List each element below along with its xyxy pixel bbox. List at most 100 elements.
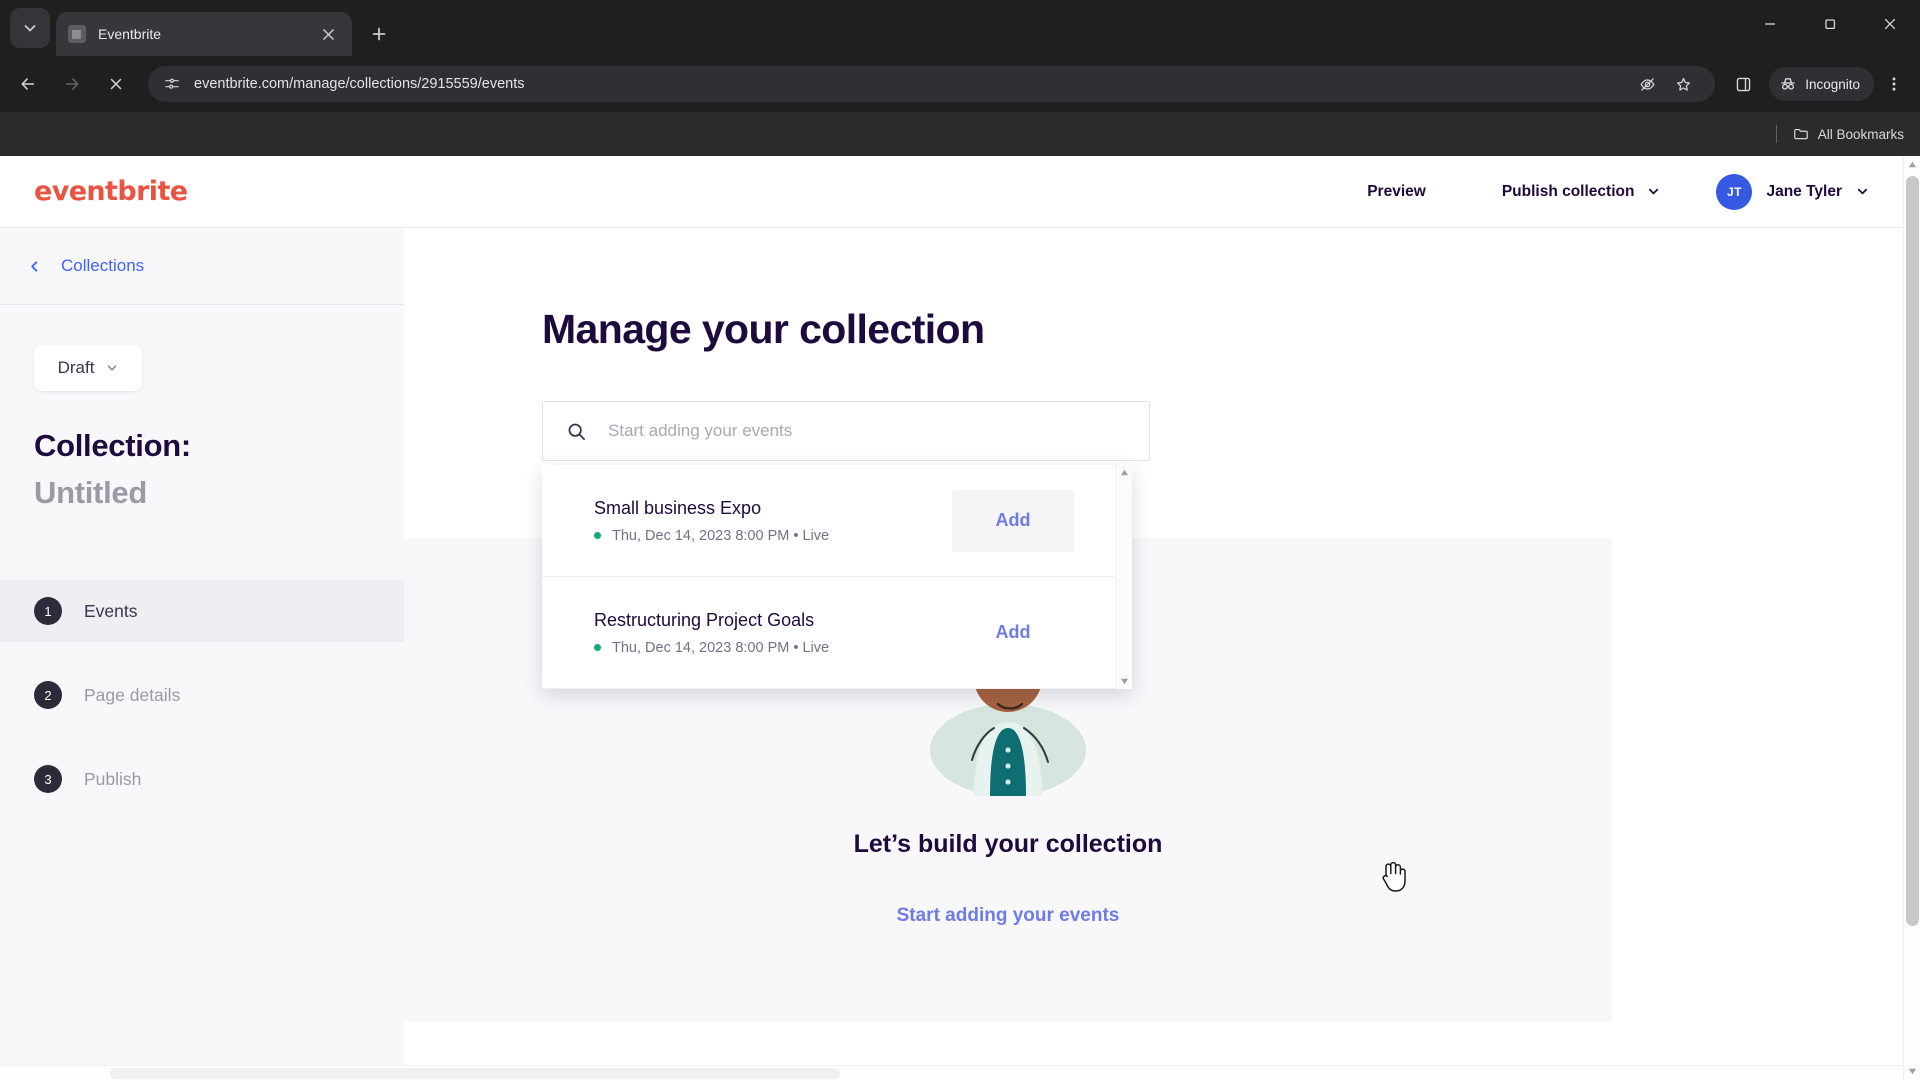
main-content: Let’s build your collection Start adding…: [404, 228, 1903, 1080]
search-icon: [567, 422, 586, 441]
page-favicon: [68, 25, 86, 43]
header-nav: Preview Publish collection JT Jane Tyler: [1367, 173, 1869, 210]
bookmark-button[interactable]: [1667, 68, 1699, 100]
star-icon: [1676, 77, 1690, 91]
scroll-up-arrow-icon[interactable]: [1120, 468, 1129, 477]
eventbrite-logo[interactable]: eventbrite: [34, 176, 188, 207]
page-title: Manage your collection: [542, 306, 985, 352]
close-window-button[interactable]: [1860, 0, 1920, 48]
scroll-up-arrow-icon[interactable]: [1904, 156, 1920, 173]
app-header: eventbrite Preview Publish collection JT…: [0, 156, 1903, 228]
toolbar-right: Incognito: [1723, 64, 1912, 104]
sidebar-item-events[interactable]: 1 Events: [0, 580, 404, 642]
back-arrow-icon: [21, 78, 35, 90]
empty-state-title: Let’s build your collection: [853, 830, 1163, 858]
window-controls: [1740, 0, 1920, 48]
side-panel-button[interactable]: [1723, 64, 1763, 104]
stop-loading-icon: [110, 78, 122, 90]
scroll-down-arrow-icon[interactable]: [1120, 677, 1129, 686]
search-input[interactable]: [608, 421, 1125, 441]
address-bar[interactable]: eventbrite.com/manage/collections/291555…: [148, 66, 1716, 102]
incognito-icon: [1781, 78, 1795, 90]
horizontal-scrollbar-thumb[interactable]: [110, 1068, 840, 1079]
page-scrollbar[interactable]: [1903, 156, 1920, 1080]
tab-search-button[interactable]: [10, 8, 50, 48]
close-icon: [1884, 18, 1896, 30]
event-meta-text: Thu, Dec 14, 2023 8:00 PM • Live: [612, 639, 830, 656]
event-name: Small business Expo: [594, 497, 762, 518]
all-bookmarks-label: All Bookmarks: [1817, 126, 1904, 142]
step-nav: 1 Events 2 Page details 3 Publish: [0, 580, 404, 810]
collection-status-dropdown[interactable]: Draft: [34, 345, 142, 391]
add-event-button[interactable]: Add: [952, 489, 1074, 552]
tune-icon: [165, 78, 179, 89]
chevron-down-icon: [1856, 185, 1869, 198]
dropdown-scrollbar[interactable]: [1115, 465, 1132, 689]
horizontal-scrollbar[interactable]: [0, 1065, 1903, 1080]
stop-loading-button[interactable]: [96, 64, 136, 104]
event-meta-text: Thu, Dec 14, 2023 8:00 PM • Live: [612, 527, 830, 544]
event-result-row[interactable]: Restructuring Project Goals Thu, Dec 14,…: [542, 577, 1132, 689]
event-meta: Thu, Dec 14, 2023 8:00 PM • Live: [594, 528, 952, 544]
collection-heading: Collection: Untitled: [34, 423, 404, 516]
incognito-indicator[interactable]: Incognito: [1769, 67, 1874, 101]
back-link-label: Collections: [61, 256, 145, 275]
status-dot-icon: [594, 532, 601, 539]
chevron-down-icon: [106, 362, 118, 374]
sidebar-item-publish[interactable]: 3 Publish: [0, 748, 404, 810]
side-panel-icon: [1736, 77, 1750, 91]
app-body: Collections Draft Collection: Untitled 1…: [0, 228, 1903, 1080]
tab-strip: Eventbrite: [0, 0, 1920, 56]
user-name: Jane Tyler: [1766, 182, 1842, 200]
forward-arrow-icon: [65, 78, 79, 90]
add-event-button[interactable]: Add: [952, 602, 1074, 664]
sidebar: Collections Draft Collection: Untitled 1…: [0, 228, 404, 1080]
three-dot-menu-icon: [1892, 77, 1896, 91]
back-to-collections-link[interactable]: Collections: [0, 228, 404, 304]
user-menu-button[interactable]: JT Jane Tyler: [1716, 173, 1869, 210]
folder-icon: [1793, 128, 1808, 140]
chevron-down-icon: [1647, 185, 1660, 198]
page-scrollbar-thumb[interactable]: [1906, 176, 1919, 926]
eventbrite-app: eventbrite Preview Publish collection JT…: [0, 156, 1903, 1080]
forward-button[interactable]: [52, 64, 92, 104]
sidebar-item-label: Events: [84, 600, 138, 621]
event-info: Restructuring Project Goals Thu, Dec 14,…: [594, 610, 952, 656]
browser-window: Eventbrite eventbrite.com/manage/collect…: [0, 0, 1920, 1080]
close-tab-button[interactable]: [316, 22, 340, 46]
new-tab-button[interactable]: [362, 17, 396, 51]
divider: [1775, 125, 1777, 143]
tracking-protection-button[interactable]: [1631, 68, 1663, 100]
avatar: JT: [1716, 173, 1753, 210]
event-name: Restructuring Project Goals: [594, 609, 815, 630]
publish-collection-button[interactable]: Publish collection: [1502, 183, 1661, 201]
event-results-dropdown: Small business Expo Thu, Dec 14, 2023 8:…: [542, 465, 1132, 689]
maximize-button[interactable]: [1800, 0, 1860, 48]
back-button[interactable]: [8, 64, 48, 104]
start-adding-events-link[interactable]: Start adding your events: [897, 905, 1120, 927]
sidebar-item-label: Publish: [84, 768, 142, 789]
page-info-icon[interactable]: [162, 74, 182, 94]
plus-icon: [372, 27, 386, 41]
browser-menu-button[interactable]: [1876, 64, 1912, 104]
scroll-down-arrow-icon[interactable]: [1904, 1063, 1920, 1080]
event-result-row[interactable]: Small business Expo Thu, Dec 14, 2023 8:…: [542, 465, 1132, 577]
page-viewport: eventbrite Preview Publish collection JT…: [0, 156, 1920, 1080]
preview-button[interactable]: Preview: [1367, 183, 1426, 201]
sidebar-item-page-details[interactable]: 2 Page details: [0, 664, 404, 726]
publish-collection-label: Publish collection: [1501, 182, 1635, 200]
step-number: 3: [34, 765, 62, 793]
event-info: Small business Expo Thu, Dec 14, 2023 8:…: [594, 498, 952, 544]
collection-label: Collection:: [34, 428, 191, 463]
eye-crossed-icon: [1640, 77, 1655, 91]
omnibox-actions: [1629, 68, 1701, 100]
browser-tab[interactable]: Eventbrite: [56, 12, 352, 56]
collection-name: Untitled: [34, 474, 147, 510]
search-box[interactable]: [542, 401, 1150, 461]
browser-toolbar: eventbrite.com/manage/collections/291555…: [0, 56, 1920, 112]
step-number: 1: [34, 597, 62, 625]
tab-title: Eventbrite: [98, 26, 162, 42]
minimize-button[interactable]: [1740, 0, 1800, 48]
bookmarks-bar: All Bookmarks: [0, 112, 1920, 156]
all-bookmarks-button[interactable]: All Bookmarks: [1793, 126, 1904, 142]
